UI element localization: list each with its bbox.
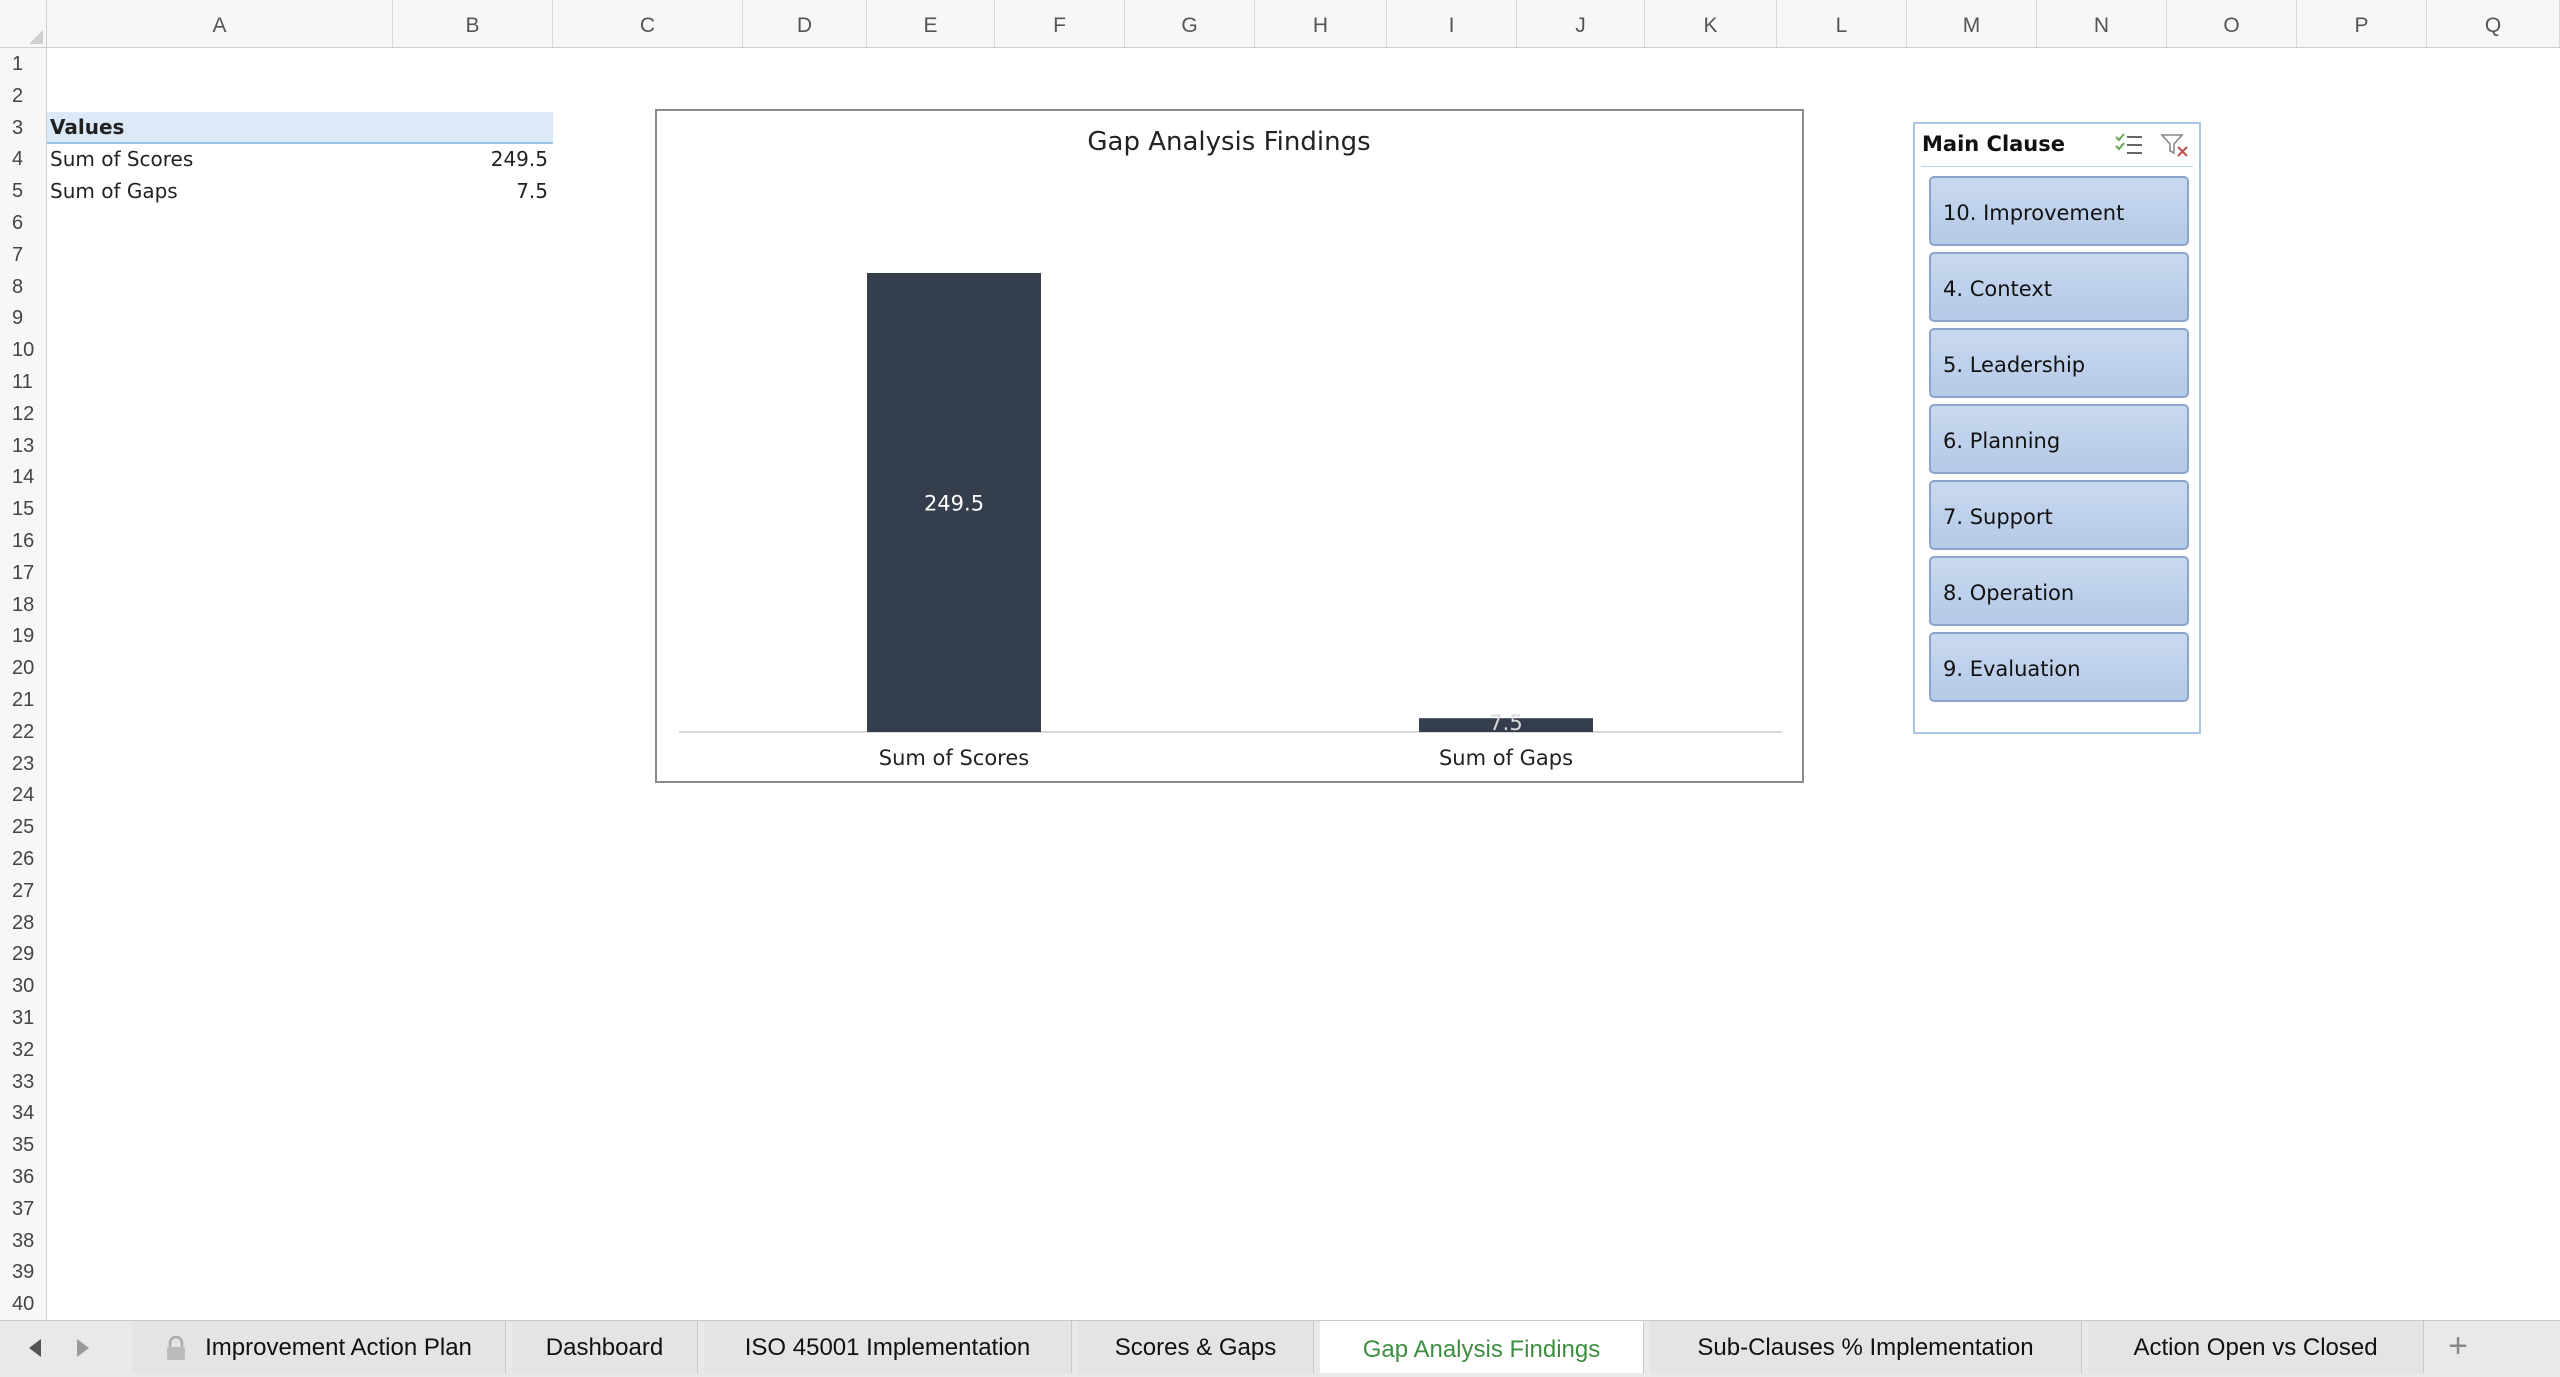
- row-header-29[interactable]: 29: [0, 938, 46, 970]
- gap-analysis-chart[interactable]: Gap Analysis Findings 249.5 Sum of Scores…: [655, 109, 1804, 783]
- slicer-item-planning[interactable]: 6. Planning: [1929, 404, 2189, 474]
- row-header-30[interactable]: 30: [0, 970, 46, 1002]
- column-header-f[interactable]: F: [995, 0, 1125, 47]
- row-header-11[interactable]: 11: [0, 366, 46, 398]
- row-header-1[interactable]: 1: [0, 48, 46, 80]
- row-header-3[interactable]: 3: [0, 112, 46, 144]
- row-header-14[interactable]: 14: [0, 461, 46, 493]
- column-header-g[interactable]: G: [1125, 0, 1255, 47]
- row-header-27[interactable]: 27: [0, 875, 46, 907]
- row-header-18[interactable]: 18: [0, 589, 46, 621]
- tab-gap-analysis-findings[interactable]: Gap Analysis Findings: [1320, 1321, 1644, 1373]
- column-header-o[interactable]: O: [2167, 0, 2297, 47]
- row-header-bar: 1 2 3 4 5 6 7 8 9 10 11 12 13 14 15 16 17 18 19 20 21 22 23 24 2…: [0, 48, 47, 1320]
- sheet-tab-bar: Improvement Action Plan Dashboard ISO 45…: [0, 1320, 2560, 1377]
- row-header-13[interactable]: 13: [0, 430, 46, 462]
- row-header-35[interactable]: 35: [0, 1129, 46, 1161]
- row-header-25[interactable]: 25: [0, 811, 46, 843]
- column-header-q[interactable]: Q: [2427, 0, 2560, 47]
- row-header-34[interactable]: 34: [0, 1097, 46, 1129]
- column-header-a[interactable]: A: [47, 0, 393, 47]
- scroll-right-icon[interactable]: [72, 1337, 92, 1359]
- column-header-l[interactable]: L: [1777, 0, 1907, 47]
- row-header-17[interactable]: 17: [0, 557, 46, 589]
- column-header-d[interactable]: D: [743, 0, 867, 47]
- data-label-sum-of-gaps: 7.5: [1489, 711, 1522, 735]
- row-header-37[interactable]: 37: [0, 1193, 46, 1225]
- slicer-item-support[interactable]: 7. Support: [1929, 480, 2189, 550]
- main-clause-slicer[interactable]: Main Clause 10. Improvement 4. Context 5…: [1913, 122, 2201, 734]
- row-header-23[interactable]: 23: [0, 748, 46, 780]
- row-header-8[interactable]: 8: [0, 271, 46, 303]
- slicer-item-evaluation[interactable]: 9. Evaluation: [1929, 632, 2189, 702]
- row-header-31[interactable]: 31: [0, 1002, 46, 1034]
- row-header-39[interactable]: 39: [0, 1256, 46, 1288]
- add-sheet-button[interactable]: +: [2428, 1321, 2488, 1373]
- tab-scores-gaps[interactable]: Scores & Gaps: [1078, 1321, 1314, 1373]
- pivot-label-scores[interactable]: Sum of Scores: [50, 143, 193, 175]
- row-header-22[interactable]: 22: [0, 716, 46, 748]
- clear-filter-icon[interactable]: [2160, 132, 2190, 158]
- column-header-e[interactable]: E: [867, 0, 995, 47]
- column-header-j[interactable]: J: [1517, 0, 1645, 47]
- slicer-title: Main Clause: [1922, 132, 2066, 156]
- data-label-sum-of-scores: 249.5: [924, 492, 984, 516]
- chart-title: Gap Analysis Findings: [1087, 127, 1370, 157]
- column-header-n[interactable]: N: [2037, 0, 2167, 47]
- row-header-20[interactable]: 20: [0, 652, 46, 684]
- row-header-28[interactable]: 28: [0, 907, 46, 939]
- column-header-i[interactable]: I: [1387, 0, 1517, 47]
- pivot-header-values[interactable]: Values: [50, 111, 124, 143]
- column-header-h[interactable]: H: [1255, 0, 1387, 47]
- scroll-left-icon[interactable]: [26, 1337, 46, 1359]
- row-header-36[interactable]: 36: [0, 1161, 46, 1193]
- column-header-p[interactable]: P: [2297, 0, 2427, 47]
- row-header-21[interactable]: 21: [0, 684, 46, 716]
- tab-dashboard[interactable]: Dashboard: [512, 1321, 698, 1373]
- row-header-15[interactable]: 15: [0, 493, 46, 525]
- row-header-32[interactable]: 32: [0, 1034, 46, 1066]
- slicer-item-improvement[interactable]: 10. Improvement: [1929, 176, 2189, 246]
- row-header-19[interactable]: 19: [0, 620, 46, 652]
- lock-icon: [167, 1335, 186, 1360]
- row-header-5[interactable]: 5: [0, 175, 46, 207]
- multi-select-icon[interactable]: [2114, 132, 2144, 158]
- tab-improvement-action-plan[interactable]: Improvement Action Plan: [132, 1321, 506, 1373]
- slicer-item-context[interactable]: 4. Context: [1929, 252, 2189, 322]
- row-header-26[interactable]: 26: [0, 843, 46, 875]
- slicer-item-leadership[interactable]: 5. Leadership: [1929, 328, 2189, 398]
- category-label-sum-of-scores: Sum of Scores: [879, 746, 1029, 770]
- pivot-value-scores[interactable]: 249.5: [393, 143, 548, 175]
- row-header-33[interactable]: 33: [0, 1066, 46, 1098]
- row-header-2[interactable]: 2: [0, 80, 46, 112]
- tab-sub-clauses-implementation[interactable]: Sub-Clauses % Implementation: [1650, 1321, 2082, 1373]
- pivot-value-gaps[interactable]: 7.5: [393, 175, 548, 207]
- column-header-m[interactable]: M: [1907, 0, 2037, 47]
- column-header-k[interactable]: K: [1645, 0, 1777, 47]
- row-header-7[interactable]: 7: [0, 239, 46, 271]
- pivot-label-gaps[interactable]: Sum of Gaps: [50, 175, 178, 207]
- column-header-c[interactable]: C: [553, 0, 743, 47]
- tab-iso-45001-implementation[interactable]: ISO 45001 Implementation: [704, 1321, 1072, 1373]
- column-header-b[interactable]: B: [393, 0, 553, 47]
- select-all-corner[interactable]: [0, 0, 47, 47]
- row-header-16[interactable]: 16: [0, 525, 46, 557]
- row-header-12[interactable]: 12: [0, 398, 46, 430]
- tab-label: Improvement Action Plan: [205, 1334, 472, 1361]
- row-header-9[interactable]: 9: [0, 302, 46, 334]
- tab-action-open-vs-closed[interactable]: Action Open vs Closed: [2088, 1321, 2424, 1373]
- row-header-10[interactable]: 10: [0, 334, 46, 366]
- row-header-38[interactable]: 38: [0, 1225, 46, 1257]
- row-header-4[interactable]: 4: [0, 143, 46, 175]
- category-label-sum-of-gaps: Sum of Gaps: [1439, 746, 1573, 770]
- row-header-6[interactable]: 6: [0, 207, 46, 239]
- chart-canvas: Gap Analysis Findings 249.5 Sum of Scores…: [679, 127, 1782, 770]
- row-header-40[interactable]: 40: [0, 1288, 46, 1320]
- slicer-separator: [1921, 166, 2193, 167]
- row-header-24[interactable]: 24: [0, 779, 46, 811]
- column-header-bar: A B C D E F G H I J K L M N O P Q: [0, 0, 2560, 48]
- slicer-item-operation[interactable]: 8. Operation: [1929, 556, 2189, 626]
